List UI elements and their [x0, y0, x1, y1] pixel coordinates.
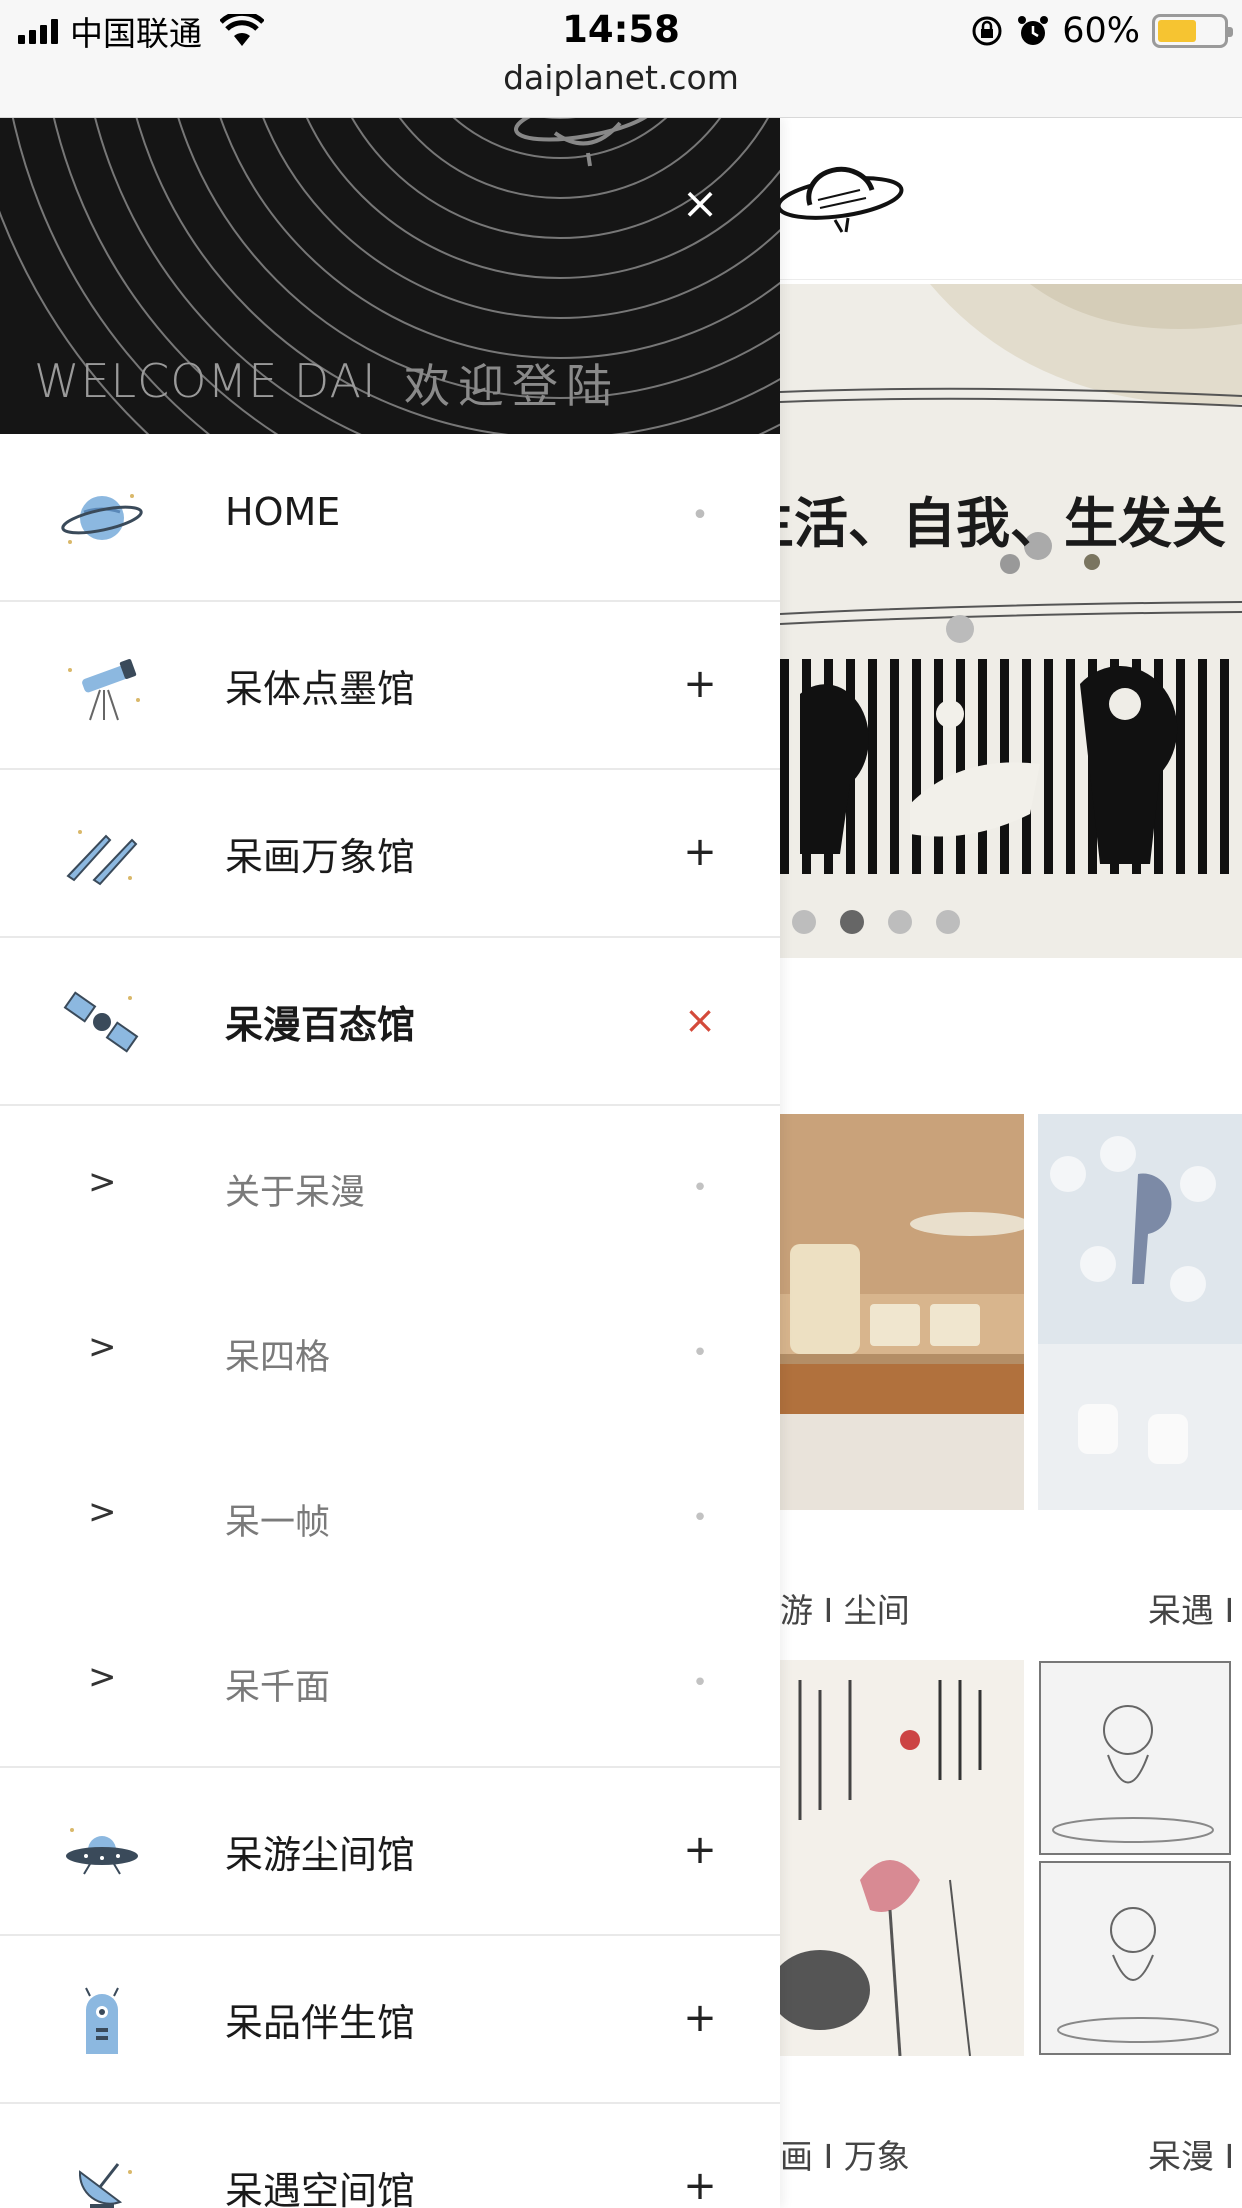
alarm-icon: [1018, 16, 1049, 45]
radar-dish-icon: [78, 2163, 132, 2208]
thumbnail-lotus-painting[interactable]: [780, 1660, 1024, 2056]
banner-characters-art: [800, 666, 1178, 864]
chevron-right-icon: >: [88, 1492, 117, 1532]
caption-2[interactable]: 呆遇 I: [1148, 1584, 1234, 1632]
expand-plus-icon[interactable]: +: [672, 1988, 728, 2048]
thumbnail-sketch-comics[interactable]: [1038, 1660, 1242, 2056]
menu-item-goods-hall[interactable]: 呆品伴生馆 +: [0, 1936, 780, 2104]
space-room-image: [1038, 1114, 1242, 1510]
menu-item-label: 呆品伴生馆: [225, 2001, 416, 2045]
menu-item-label: 呆画万象馆: [225, 835, 416, 879]
submenu-item-four-panel[interactable]: > 呆四格 •: [0, 1271, 780, 1436]
page-header: [780, 120, 1242, 280]
menu-item-label: HOME: [225, 490, 341, 534]
carousel-dot[interactable]: [792, 910, 816, 934]
close-drawer-button[interactable]: ×: [676, 180, 724, 228]
submenu-item-one-frame[interactable]: > 呆一帧 •: [0, 1436, 780, 1601]
planet-emblem-icon: [513, 118, 657, 167]
thumbnail-tea-set[interactable]: [780, 1114, 1024, 1510]
carousel-dots[interactable]: [792, 910, 960, 934]
chevron-right-icon: >: [88, 1657, 117, 1697]
submenu-item-about[interactable]: > 关于呆漫 •: [0, 1106, 780, 1271]
menu-item-ink-hall[interactable]: 呆体点墨馆 +: [0, 602, 780, 770]
thumbnail-space-room[interactable]: [1038, 1114, 1242, 1510]
submenu-item-label: 呆四格: [225, 1338, 331, 1378]
menu-item-comic-hall[interactable]: 呆漫百态馆 ×: [0, 938, 780, 1106]
menu-item-label: 呆游尘间馆: [225, 1833, 416, 1877]
submenu-item-label: 呆千面: [225, 1668, 331, 1708]
submenu-item-label: 关于呆漫: [225, 1173, 366, 1213]
expand-plus-icon[interactable]: +: [672, 654, 728, 714]
submenu-item-thousand-faces[interactable]: > 呆千面 •: [0, 1601, 780, 1766]
robot-icon: [85, 1987, 119, 2054]
menu-item-label: 呆体点墨馆: [225, 667, 416, 711]
menu-dot-indicator: •: [691, 498, 709, 533]
submenu-dot-indicator: •: [692, 1668, 708, 1698]
collapse-close-icon[interactable]: ×: [672, 990, 728, 1050]
side-drawer: × WELCOME DAI 欢迎登陆 HOME • 呆体点墨馆 + 呆画万象馆 …: [0, 118, 780, 2208]
battery-percent: 60%: [1062, 11, 1140, 51]
sketch-comics-image: [1039, 1661, 1231, 2055]
comet-icon: [66, 830, 138, 886]
welcome-text: WELCOME DAI: [34, 354, 377, 408]
address-bar-url[interactable]: daiplanet.com: [0, 58, 1242, 97]
menu-item-space-hall[interactable]: 呆遇空间馆 +: [0, 2104, 780, 2208]
chevron-right-icon: >: [88, 1327, 117, 1367]
status-bar: 中国联通 14:58 60% daiplanet.com: [0, 0, 1242, 118]
chevron-right-icon: >: [88, 1162, 117, 1202]
planet-icon: [61, 494, 143, 544]
expand-plus-icon[interactable]: +: [672, 2156, 728, 2208]
telescope-icon: [68, 659, 140, 721]
submenu-dot-indicator: •: [692, 1173, 708, 1203]
rotation-lock-icon: [972, 16, 1002, 46]
caption-4[interactable]: 呆漫 I: [1148, 2130, 1234, 2178]
tea-set-image: [780, 1114, 1024, 1510]
battery-icon: [1152, 14, 1233, 48]
caption-1[interactable]: 游 I 尘间: [780, 1584, 910, 1632]
banner-headline: 生活、自我、生发关: [780, 491, 1226, 555]
submenu-item-label: 呆一帧: [225, 1503, 331, 1543]
menu-item-label: 呆漫百态馆: [225, 1003, 416, 1047]
menu-item-label: 呆遇空间馆: [225, 2169, 416, 2208]
satellite-icon: [63, 991, 139, 1053]
menu-item-home[interactable]: HOME •: [0, 434, 780, 602]
expand-plus-icon[interactable]: +: [672, 1820, 728, 1880]
hero-banner[interactable]: 生活、自我、生发关: [780, 284, 1242, 958]
login-link[interactable]: 欢迎登陆: [404, 350, 620, 416]
ufo-icon: [66, 1828, 138, 1875]
carousel-dot[interactable]: [840, 910, 864, 934]
menu-item-travel-hall[interactable]: 呆游尘间馆 +: [0, 1768, 780, 1936]
expand-plus-icon[interactable]: +: [672, 822, 728, 882]
drawer-menu: HOME • 呆体点墨馆 + 呆画万象馆 + 呆漫百态馆 × > 关于呆漫 • …: [0, 434, 780, 2208]
submenu-dot-indicator: •: [692, 1503, 708, 1533]
submenu-dot-indicator: •: [692, 1338, 708, 1368]
caption-3[interactable]: 画 I 万象: [780, 2130, 910, 2178]
carousel-dot[interactable]: [936, 910, 960, 934]
lotus-painting-image: [780, 1680, 982, 2056]
carousel-dot[interactable]: [888, 910, 912, 934]
drawer-header: × WELCOME DAI 欢迎登陆: [0, 118, 780, 434]
status-right: 60%: [970, 10, 1233, 52]
submenu-comic-hall: > 关于呆漫 • > 呆四格 • > 呆一帧 • > 呆千面 •: [0, 1106, 780, 1768]
planet-logo-icon[interactable]: [780, 160, 910, 240]
menu-item-painting-hall[interactable]: 呆画万象馆 +: [0, 770, 780, 938]
